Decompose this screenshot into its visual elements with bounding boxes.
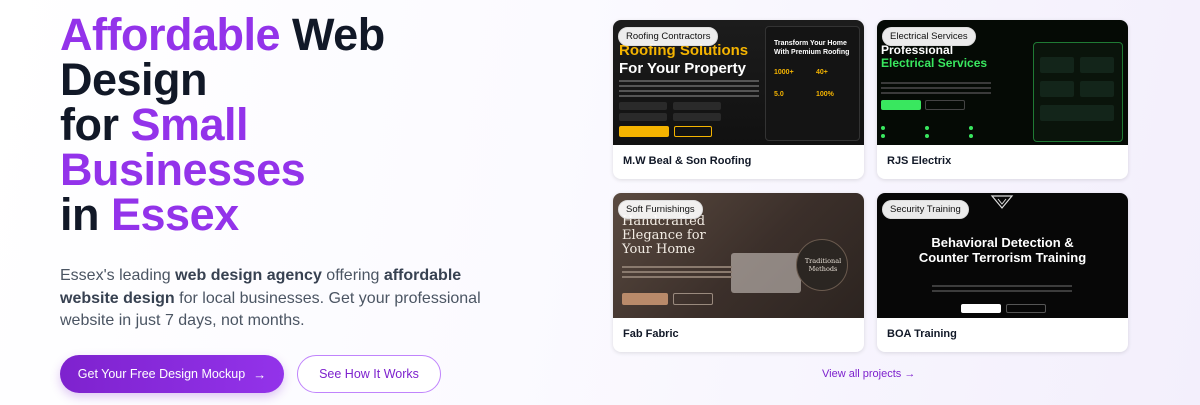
headline-accent-essex: Essex: [111, 189, 239, 240]
thumb-title: Behavioral Detection & Counter Terrorism…: [918, 235, 1087, 265]
panel-title: Transform Your Home With Premium Roofing: [774, 40, 850, 56]
project-tag: Electrical Services: [882, 27, 976, 46]
project-tag: Security Training: [882, 200, 969, 219]
headline-accent-businesses: Businesses: [60, 144, 306, 195]
traditional-badge: Traditional Methods: [796, 239, 848, 291]
hero-headline: Affordable Web Design for Small Business…: [60, 12, 540, 237]
project-name: BOA Training: [887, 328, 957, 340]
headline-for: for: [60, 99, 131, 150]
thumb-title: For Your Property: [619, 60, 746, 77]
headline-design: Design: [60, 54, 208, 105]
thumb-title: Handcrafted Elegance for Your Home: [622, 214, 706, 257]
thumb-title-accent: Electrical Services: [881, 56, 988, 70]
headline-accent-small: Small: [130, 99, 249, 150]
free-mockup-label: Get Your Free Design Mockup: [77, 367, 246, 381]
headline-in: in: [60, 189, 111, 240]
headline-web: Web: [280, 9, 385, 60]
headline-accent-affordable: Affordable: [60, 9, 281, 60]
project-tag: Soft Furnishings: [618, 200, 703, 219]
project-card-roofing[interactable]: Roofing Solutions For Your Property Tran…: [613, 20, 864, 179]
dashboard-mockup: [1033, 42, 1123, 142]
see-how-it-works-button[interactable]: See How It Works: [297, 355, 441, 393]
project-name: Fab Fabric: [623, 328, 679, 340]
hero-section: Affordable Web Design for Small Business…: [60, 12, 540, 237]
boa-logo-icon: [990, 195, 1014, 209]
project-name: RJS Electrix: [887, 155, 952, 167]
project-card-electrical[interactable]: Professional Electrical Services Electric…: [877, 20, 1128, 179]
arrow-right-icon: →: [253, 366, 267, 382]
project-card-boa[interactable]: Behavioral Detection & Counter Terrorism…: [877, 193, 1128, 352]
view-all-projects-link[interactable]: View all projects →: [822, 368, 915, 380]
cta-row: Get Your Free Design Mockup → See How It…: [60, 355, 441, 393]
badge-text: Traditional Methods: [804, 257, 842, 273]
thumb-panel: Transform Your Home With Premium Roofing…: [765, 26, 860, 141]
project-tag: Roofing Contractors: [618, 27, 719, 46]
free-mockup-button[interactable]: Get Your Free Design Mockup →: [60, 355, 284, 393]
hero-subtext: Essex's leading web design agency offeri…: [60, 267, 481, 329]
project-name: M.W Beal & Son Roofing: [623, 155, 752, 167]
project-card-fabric[interactable]: Handcrafted Elegance for Your Home Tradi…: [613, 193, 864, 352]
